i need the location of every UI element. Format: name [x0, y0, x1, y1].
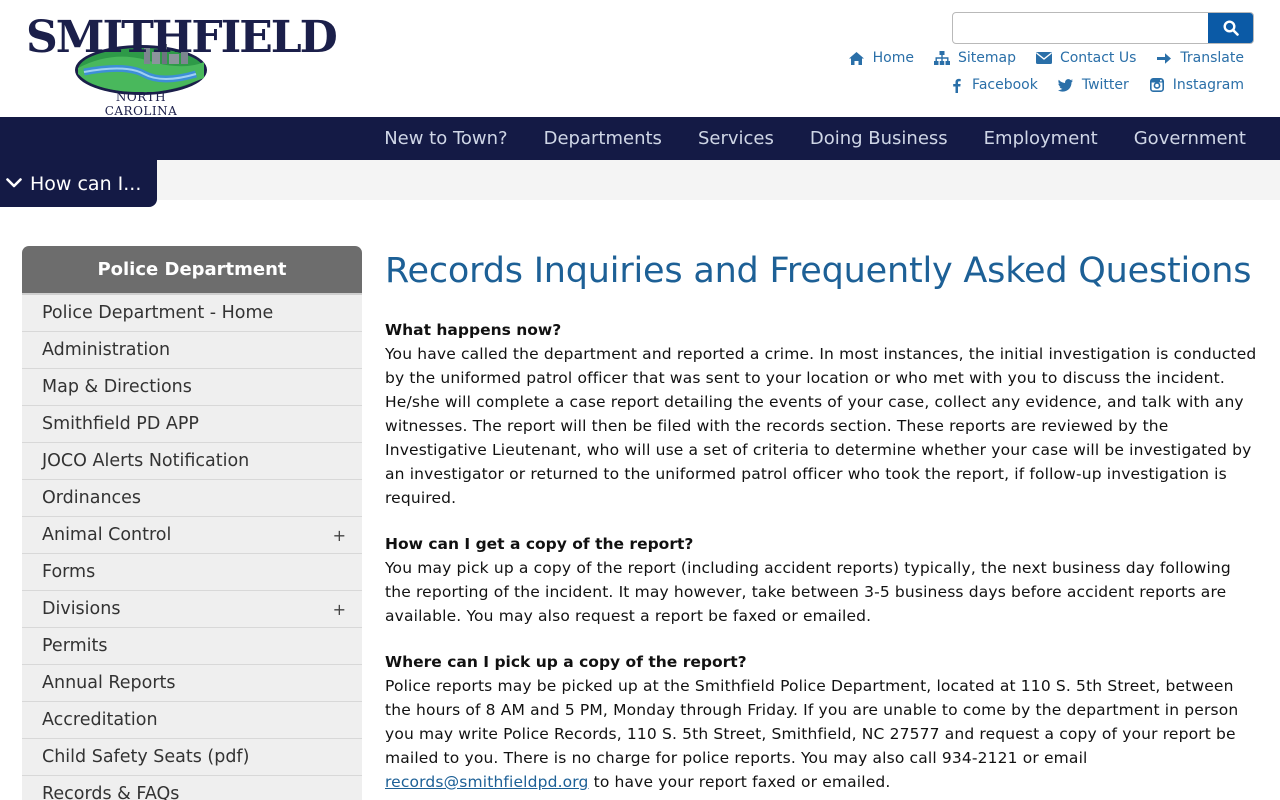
nav-departments[interactable]: Departments	[526, 128, 680, 149]
instagram-link[interactable]: Instagram	[1149, 77, 1244, 93]
sidebar-item-label: Records & FAQs	[42, 784, 180, 800]
sitemap-icon	[933, 50, 950, 66]
main-content: Records Inquiries and Frequently Asked Q…	[385, 246, 1260, 794]
instagram-icon	[1149, 77, 1165, 93]
faq-question: How can I get a copy of the report?	[385, 535, 694, 553]
sidebar-list: Police Department - Home Administration …	[22, 293, 362, 800]
sidebar-item-label: Smithfield PD APP	[42, 414, 199, 434]
how-can-i-label: How can I...	[30, 172, 142, 195]
expand-toggle[interactable]: +	[333, 600, 346, 619]
sidebar-title: Police Department	[22, 246, 362, 293]
sidebar-item-annual-reports[interactable]: Annual Reports	[22, 665, 362, 702]
contact-us-link[interactable]: Contact Us	[1035, 50, 1137, 66]
logo-subtitle: NORTH CAROLINA	[104, 90, 178, 118]
contact-us-label: Contact Us	[1059, 50, 1137, 66]
expand-toggle[interactable]: +	[333, 526, 346, 545]
sub-bar	[0, 160, 1280, 200]
sidebar-item-label: Divisions	[42, 599, 121, 619]
instagram-label: Instagram	[1172, 77, 1244, 93]
sidebar-item-label: Police Department - Home	[42, 303, 274, 323]
search-icon	[1222, 20, 1239, 36]
sidebar-item-label: Child Safety Seats (pdf)	[42, 747, 250, 767]
nav-items: New to Town? Departments Services Doing …	[366, 117, 1263, 160]
translate-link[interactable]: Translate	[1156, 50, 1244, 66]
sidebar-item-label: Annual Reports	[42, 673, 176, 693]
twitter-icon	[1058, 77, 1074, 93]
logo-wordmark: SMITHFIELD	[26, 12, 338, 63]
smithfield-logo[interactable]: SMITHFIELD NORTH CAROLINA	[26, 8, 338, 118]
translate-label: Translate	[1180, 50, 1244, 66]
facebook-icon	[948, 77, 964, 93]
sidebar-item-police-home[interactable]: Police Department - Home	[22, 295, 362, 332]
search-box	[952, 12, 1254, 44]
arrow-right-icon	[1156, 50, 1172, 66]
sidebar-item-label: Forms	[42, 562, 96, 582]
chevron-down-icon	[6, 178, 22, 188]
sidebar-item-divisions[interactable]: Divisions +	[22, 591, 362, 628]
facebook-link[interactable]: Facebook	[948, 77, 1038, 93]
sidebar-item-records-faqs[interactable]: Records & FAQs	[22, 776, 362, 800]
sidebar-item-forms[interactable]: Forms	[22, 554, 362, 591]
faq-question: Where can I pick up a copy of the report…	[385, 653, 747, 671]
sidebar-item-label: Map & Directions	[42, 377, 192, 397]
faq-answer: You have called the department and repor…	[385, 345, 1257, 507]
sitemap-link-label: Sitemap	[957, 50, 1016, 66]
page-title: Records Inquiries and Frequently Asked Q…	[385, 251, 1252, 291]
home-link[interactable]: Home	[849, 50, 914, 66]
faq-answer-with-email: Police reports may be picked up at the S…	[385, 674, 1260, 794]
records-email-link[interactable]: records@smithfieldpd.org	[385, 773, 589, 791]
main-navigation: New to Town? Departments Services Doing …	[0, 117, 1280, 160]
nav-services[interactable]: Services	[680, 128, 792, 149]
home-icon	[849, 50, 865, 66]
sidebar-item-label: Permits	[42, 636, 108, 656]
utility-links: Home Sitemap Contact Us Translate	[849, 50, 1244, 66]
sidebar-item-label: Administration	[42, 340, 171, 360]
sidebar-item-joco-alerts[interactable]: JOCO Alerts Notification	[22, 443, 362, 480]
sidebar-item-label: Animal Control	[42, 525, 172, 545]
facebook-label: Facebook	[972, 77, 1038, 93]
search-button[interactable]	[1208, 13, 1253, 43]
sidebar-item-animal-control[interactable]: Animal Control +	[22, 517, 362, 554]
how-can-i-dropdown[interactable]: How can I...	[0, 160, 157, 207]
sidebar-item-label: JOCO Alerts Notification	[42, 451, 250, 471]
twitter-link[interactable]: Twitter	[1058, 77, 1129, 93]
envelope-icon	[1035, 50, 1052, 66]
nav-government[interactable]: Government	[1116, 128, 1263, 149]
home-link-label: Home	[872, 50, 914, 66]
sidebar-item-accreditation[interactable]: Accreditation	[22, 702, 362, 739]
social-links: Facebook Twitter Instagram	[948, 77, 1244, 93]
sidebar-item-ordinances[interactable]: Ordinances	[22, 480, 362, 517]
sidebar-item-permits[interactable]: Permits	[22, 628, 362, 665]
faq-answer: You may pick up a copy of the report (in…	[385, 559, 1231, 625]
faq-answer-tail: to have your report faxed or emailed.	[588, 773, 891, 791]
sitemap-link[interactable]: Sitemap	[933, 50, 1016, 66]
twitter-label: Twitter	[1081, 77, 1129, 93]
faq-answer-text: Police reports may be picked up at the S…	[385, 677, 1239, 767]
nav-new-to-town[interactable]: New to Town?	[366, 128, 525, 149]
sidebar-item-label: Ordinances	[42, 488, 142, 508]
nav-employment[interactable]: Employment	[966, 128, 1116, 149]
sidebar-item-administration[interactable]: Administration	[22, 332, 362, 369]
faq-question: What happens now?	[385, 321, 562, 339]
sidebar-item-map-directions[interactable]: Map & Directions	[22, 369, 362, 406]
sidebar-item-smithfield-pd-app[interactable]: Smithfield PD APP	[22, 406, 362, 443]
sidebar-item-label: Accreditation	[42, 710, 158, 730]
search-input[interactable]	[953, 13, 1209, 43]
sidebar: Police Department Police Department - Ho…	[22, 246, 362, 800]
nav-doing-business[interactable]: Doing Business	[792, 128, 966, 149]
site-header: SMITHFIELD NORTH CAROLINA Home Sitemap C…	[0, 0, 1280, 118]
sidebar-item-child-safety-seats[interactable]: Child Safety Seats (pdf)	[22, 739, 362, 776]
